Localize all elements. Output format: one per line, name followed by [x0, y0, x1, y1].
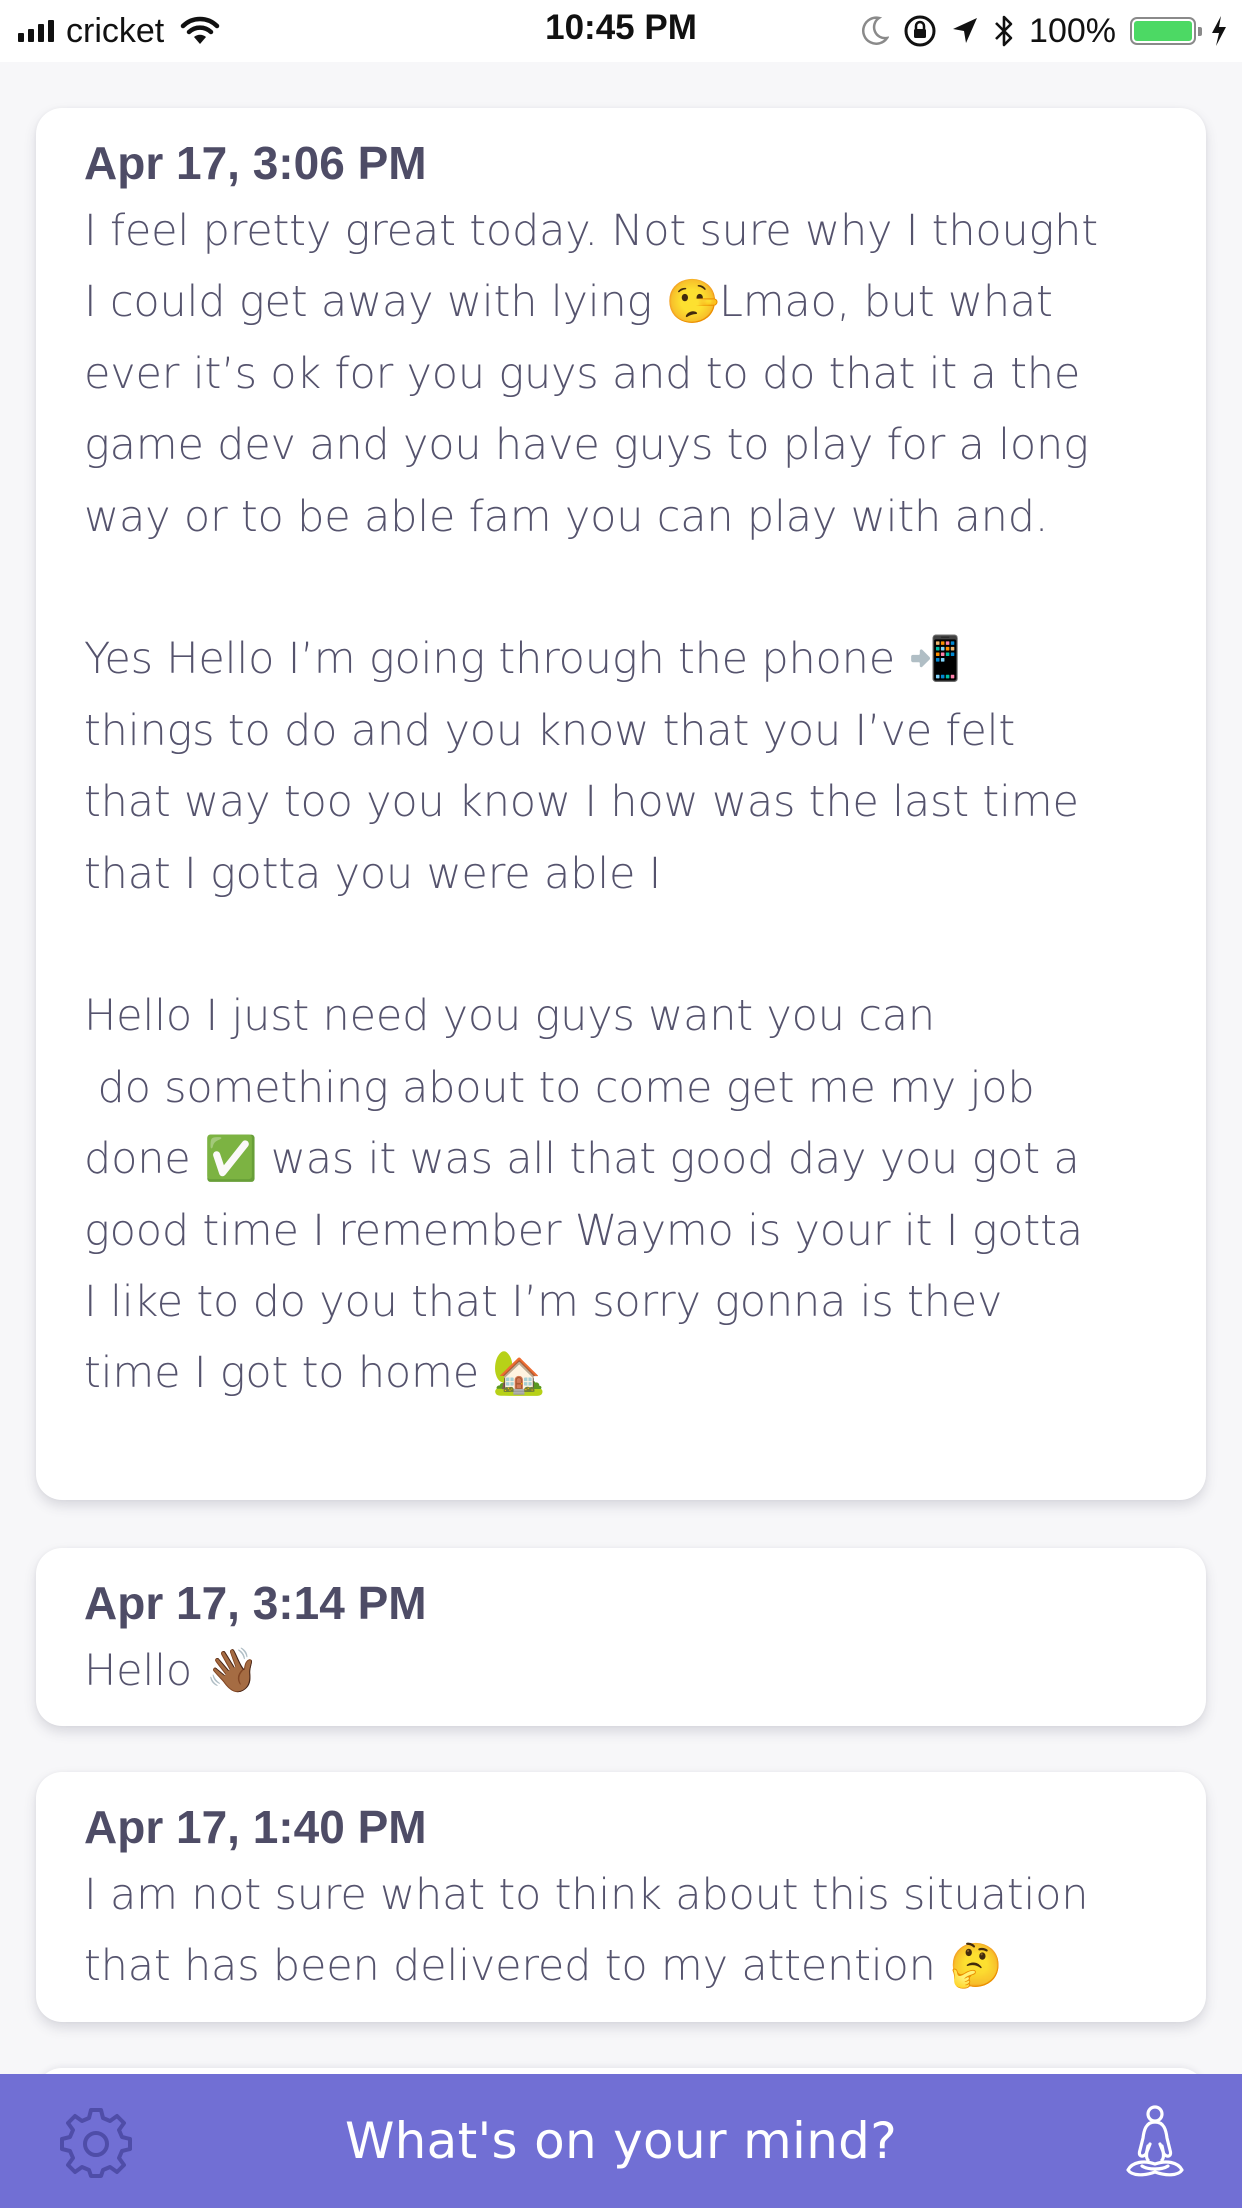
status-right: 100%: [861, 10, 1228, 52]
entry-line: good time I remember Waymo is your it I …: [84, 1205, 1083, 1256]
entry-line: that I gotta you were able I: [84, 848, 662, 899]
entry-date: Apr 17, 3:14 PM: [84, 1577, 427, 1629]
battery-fill: [1134, 21, 1192, 41]
journal-entry-card[interactable]: Apr 17, 1:40 PM I am not sure what to th…: [36, 1772, 1206, 2022]
entry-line: that has been delivered to my attention …: [84, 1941, 1003, 1992]
location-icon: [953, 18, 978, 43]
battery-icon: [1130, 17, 1202, 45]
status-bar: cricket 10:45 PM 100%: [0, 0, 1242, 62]
entry-line: do something about to come get me my job: [84, 1062, 1035, 1113]
journal-entry-card[interactable]: Apr 17, 3:14 PM Hello 👋🏾: [36, 1548, 1206, 1726]
bottom-bar: What's on your mind?: [0, 2074, 1242, 2208]
entry-line: I like to do you that I’m sorry gonna is…: [84, 1277, 1003, 1328]
entry-line: done ✅ was it was all that good day you …: [84, 1134, 1080, 1185]
battery-percent: 100%: [1029, 11, 1116, 50]
entry-body: I am not sure what to think about this s…: [84, 1860, 1182, 2003]
entry-line: Hello I just need you guys want you can: [84, 991, 935, 1042]
entry-line: things to do and you know that you I’ve …: [84, 705, 1016, 756]
whats-on-your-mind-button[interactable]: What's on your mind?: [345, 2112, 897, 2170]
bluetooth-icon: [995, 15, 1013, 47]
journal-feed[interactable]: Apr 17, 3:06 PM I feel pretty great toda…: [0, 62, 1242, 2074]
entry-line: I am not sure what to think about this s…: [84, 1870, 1089, 1920]
meditation-icon[interactable]: [1124, 2104, 1186, 2180]
moon-icon: [862, 16, 890, 45]
entry-line: I could get away with lying 🤥Lmao, but w…: [84, 277, 1053, 328]
entry-line: game dev and you have guys to play for a…: [84, 420, 1089, 471]
entry-body: I feel pretty great today. Not sure why …: [84, 196, 1182, 1410]
entry-date: Apr 17, 1:40 PM: [84, 1801, 427, 1853]
entry-line: way or to be able fam you can play with …: [84, 491, 1049, 542]
entry-line: I feel pretty great today. Not sure why …: [84, 206, 1098, 256]
entry-date: Apr 17, 3:06 PM: [84, 137, 427, 189]
charging-icon: [1212, 16, 1226, 46]
gear-icon[interactable]: [60, 2108, 132, 2180]
entry-line: that way too you know I how was the last…: [84, 777, 1079, 828]
entry-line: ever it’s ok for you guys and to do that…: [84, 348, 1081, 399]
entry-body: Hello 👋🏾: [84, 1636, 1182, 1707]
journal-entry-card[interactable]: Apr 17, 3:06 PM I feel pretty great toda…: [36, 108, 1206, 1500]
entry-line: time I got to home 🏡: [84, 1348, 546, 1399]
rotation-lock-icon: [904, 15, 936, 47]
entry-line: Yes Hello I’m going through the phone 📲: [84, 634, 962, 685]
entry-line: Hello 👋🏾: [84, 1646, 259, 1696]
